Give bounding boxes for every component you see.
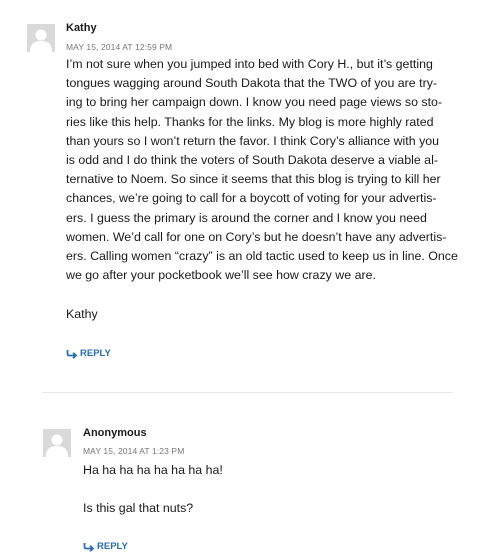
avatar: [27, 24, 55, 52]
comment-text-line: I’m not sure when you jumped into bed wi…: [66, 57, 433, 71]
default-avatar-icon: [27, 24, 55, 52]
comment-text-line: tongues wagging around South Dakota that…: [66, 76, 438, 91]
comment-divider: [42, 392, 453, 393]
comment-text-line: ternative to Noem. So since it seems tha…: [66, 172, 441, 187]
reply-label: REPLY: [97, 541, 128, 552]
comment-author[interactable]: Anonymous: [83, 427, 147, 439]
comment-text-line: we go after your pocketbook we’ll see ho…: [66, 268, 376, 283]
comment-text-line: Ha ha ha ha ha ha ha ha!: [83, 463, 223, 477]
reply-button[interactable]: REPLY: [83, 541, 128, 552]
comment-body: Ha ha ha ha ha ha ha ha! Is this gal tha…: [83, 461, 223, 519]
avatar: [43, 429, 71, 457]
reply-arrow-icon: [83, 542, 95, 552]
comment-text-line: is odd and I do think the voters of Sout…: [66, 153, 438, 168]
default-avatar-icon: [43, 429, 71, 457]
comment-text-line: Is this gal that nuts?: [83, 501, 194, 516]
comment-body: I’m not sure when you jumped into bed wi…: [66, 55, 458, 324]
reply-label: REPLY: [80, 348, 111, 359]
reply-arrow-icon: [66, 349, 78, 359]
comment-signature: Kathy: [66, 306, 98, 321]
comment-text-line: ers. I guess the primary is around the c…: [66, 210, 427, 225]
comment-text-line: than yours so I won’t return the favor. …: [66, 133, 440, 148]
reply-button[interactable]: REPLY: [66, 348, 111, 359]
comment-date[interactable]: MAY 15, 2014 AT 1:23 PM: [83, 446, 184, 456]
comment-text-line: chances, we’re going to call for a boyco…: [66, 191, 437, 206]
comment-author[interactable]: Kathy: [66, 22, 97, 34]
comment-date[interactable]: MAY 15, 2014 AT 12:59 PM: [66, 42, 172, 52]
comment-text-line: ing to bring her campaign down. I know y…: [66, 95, 443, 110]
comment-text-line: ers. Calling women “crazy” is an old tac…: [66, 249, 458, 264]
comment-text-line: women. We’d call for one on Cory’s but h…: [66, 229, 447, 244]
comment-text-line: ries like this help. Thanks for the link…: [66, 114, 434, 129]
